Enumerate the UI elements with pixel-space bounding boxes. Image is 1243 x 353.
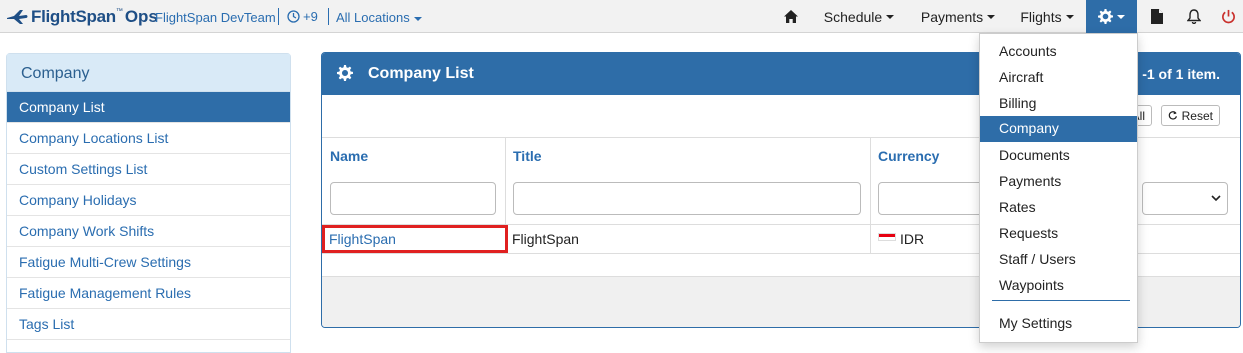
- menu-item-staff-users[interactable]: Staff / Users: [980, 247, 1137, 273]
- menu-item-company[interactable]: Company: [980, 116, 1137, 142]
- filter-select[interactable]: [1142, 182, 1228, 215]
- sidebar-item-company-holidays[interactable]: Company Holidays: [7, 185, 290, 216]
- menu-item-rates[interactable]: Rates: [980, 195, 1137, 221]
- column-divider: [870, 137, 871, 254]
- title-filter-input[interactable]: [513, 182, 861, 215]
- company-sidebar: Company Company List Company Locations L…: [6, 53, 291, 353]
- schedule-menu-label: Schedule: [823, 8, 883, 25]
- chevron-down-icon: [987, 14, 996, 19]
- reset-icon: [1168, 111, 1178, 120]
- menu-divider: [992, 300, 1130, 301]
- timezone-indicator[interactable]: +9: [287, 9, 318, 24]
- bell-icon: [1187, 9, 1201, 24]
- clock-icon: [287, 10, 300, 23]
- timezone-offset: +9: [303, 9, 318, 24]
- brand-logo[interactable]: FlightSpan ™ Ops: [6, 7, 158, 27]
- reset-label: Reset: [1181, 108, 1213, 123]
- home-button[interactable]: [774, 0, 808, 33]
- notifications-button[interactable]: [1177, 0, 1211, 33]
- team-name[interactable]: FlightSpan DevTeam: [155, 10, 276, 25]
- documents-button[interactable]: [1140, 0, 1174, 33]
- menu-item-requests[interactable]: Requests: [980, 221, 1137, 247]
- sidebar-title: Company: [7, 54, 290, 92]
- settings-dropdown-menu: Accounts Aircraft Billing Company Docume…: [979, 33, 1138, 343]
- pagination-summary: -1 of 1 item.: [1142, 66, 1220, 82]
- column-header-name[interactable]: Name: [330, 148, 368, 164]
- chevron-down-icon: [413, 16, 422, 21]
- menu-item-waypoints[interactable]: Waypoints: [980, 273, 1137, 299]
- locations-label: All Locations: [336, 10, 410, 25]
- sidebar-item-fatigue-multi-crew-settings[interactable]: Fatigue Multi-Crew Settings: [7, 247, 290, 278]
- menu-item-documents[interactable]: Documents: [980, 143, 1137, 169]
- highlight-box: [322, 225, 508, 253]
- document-icon: [1151, 9, 1163, 24]
- navbar-divider: [278, 8, 279, 25]
- schedule-menu[interactable]: Schedule: [812, 0, 906, 33]
- menu-item-accounts[interactable]: Accounts: [980, 39, 1137, 65]
- chevron-down-icon: [886, 14, 895, 19]
- settings-menu-toggle[interactable]: [1086, 0, 1137, 33]
- menu-item-aircraft[interactable]: Aircraft: [980, 65, 1137, 91]
- navbar-divider: [328, 8, 329, 25]
- home-icon: [784, 10, 798, 23]
- flights-menu[interactable]: Flights: [1010, 0, 1084, 33]
- chevron-down-icon: [1117, 14, 1125, 19]
- name-filter-input[interactable]: [330, 182, 496, 215]
- brand-name: FlightSpan: [31, 7, 116, 26]
- gear-icon: [1098, 9, 1113, 24]
- sidebar-item-company-locations-list[interactable]: Company Locations List: [7, 123, 290, 154]
- sidebar-item-company-work-shifts[interactable]: Company Work Shifts: [7, 216, 290, 247]
- chevron-down-icon: [1065, 14, 1074, 19]
- logout-button[interactable]: [1214, 0, 1243, 33]
- top-navbar: FlightSpan ™ Ops FlightSpan DevTeam +9 A…: [0, 0, 1243, 33]
- payments-menu[interactable]: Payments: [909, 0, 1007, 33]
- currency-filter-input[interactable]: [878, 182, 988, 215]
- payments-menu-label: Payments: [920, 8, 984, 25]
- indonesia-flag-icon: [878, 233, 896, 241]
- plane-logo-icon: [7, 10, 28, 24]
- column-header-currency[interactable]: Currency: [878, 148, 939, 164]
- menu-item-billing[interactable]: Billing: [980, 91, 1137, 117]
- sidebar-item-fatigue-management-rules[interactable]: Fatigue Management Rules: [7, 278, 290, 309]
- locations-dropdown[interactable]: All Locations: [336, 10, 422, 25]
- brand-suffix: Ops: [124, 7, 158, 26]
- company-title-cell: FlightSpan: [512, 231, 579, 247]
- chevron-down-icon: [1211, 195, 1221, 202]
- power-icon: [1222, 9, 1235, 24]
- reset-button[interactable]: Reset: [1161, 105, 1220, 126]
- page-title: Company List: [368, 65, 474, 82]
- currency-cell: IDR: [900, 231, 925, 247]
- sidebar-item-custom-settings-list[interactable]: Custom Settings List: [7, 154, 290, 185]
- gear-icon: [337, 65, 353, 81]
- menu-item-payments[interactable]: Payments: [980, 169, 1137, 195]
- sidebar-item-tags-list[interactable]: Tags List: [7, 309, 290, 340]
- flights-menu-label: Flights: [1020, 8, 1062, 25]
- column-header-title[interactable]: Title: [513, 148, 542, 164]
- menu-item-my-settings[interactable]: My Settings: [980, 311, 1137, 337]
- brand-trademark: ™: [115, 7, 123, 15]
- sidebar-item-company-list[interactable]: Company List: [7, 92, 290, 123]
